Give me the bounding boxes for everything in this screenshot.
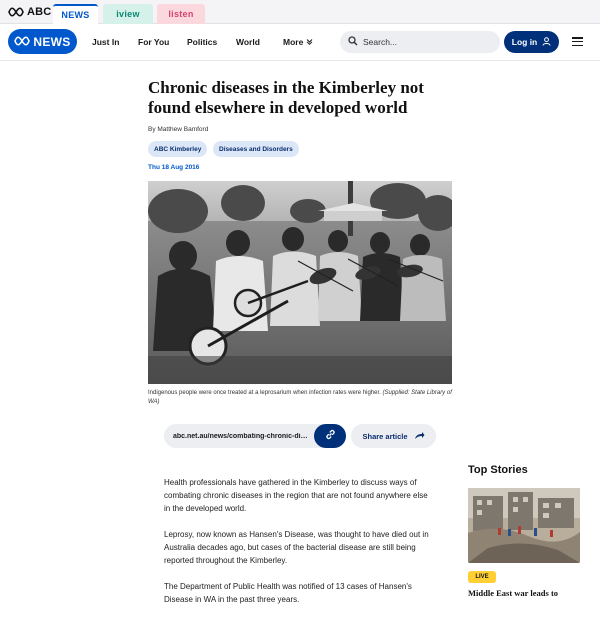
- article-byline: By Matthew Bamford: [148, 126, 209, 133]
- link-icon: [325, 427, 336, 445]
- news-logo-text: NEWS: [33, 34, 71, 49]
- search-placeholder: Search...: [363, 37, 398, 47]
- abc-news-logo[interactable]: NEWS: [8, 29, 77, 54]
- nav-item-more[interactable]: More: [283, 37, 313, 47]
- nav-item-politics[interactable]: Politics: [187, 37, 217, 47]
- nav-item-for-you[interactable]: For You: [138, 37, 169, 47]
- top-story-image[interactable]: [468, 488, 580, 563]
- copy-link-button[interactable]: [314, 424, 346, 448]
- network-tab-iview[interactable]: iview: [103, 4, 153, 24]
- login-label: Log in: [511, 37, 538, 47]
- article-paragraph: The Department of Public Health was noti…: [164, 582, 412, 604]
- share-arrow-icon: [414, 431, 425, 442]
- article-photo: [148, 181, 452, 384]
- tag-diseases-and-disorders[interactable]: Diseases and Disorders: [213, 141, 299, 157]
- search-input[interactable]: Search...: [340, 31, 500, 53]
- abc-brand-text: ABC: [27, 6, 52, 18]
- tag-abc-kimberley[interactable]: ABC Kimberley: [148, 141, 208, 157]
- share-article-button[interactable]: Share article: [351, 424, 436, 448]
- network-tab-news[interactable]: NEWS: [53, 4, 98, 24]
- abc-lissajous-icon: [14, 33, 31, 51]
- abc-logo[interactable]: ABC: [8, 5, 51, 19]
- share-label: Share article: [362, 431, 408, 441]
- main-nav: NEWS Just In For You Politics World More…: [0, 24, 600, 61]
- network-bar: ABC NEWS iview listen: [0, 0, 600, 24]
- network-tab-listen[interactable]: listen: [157, 4, 205, 24]
- photo-caption: Indigenous people were once treated at a…: [148, 389, 452, 407]
- nav-item-world[interactable]: World: [236, 37, 260, 47]
- search-icon: [348, 33, 358, 51]
- article-headline: Chronic diseases in the Kimberley not fo…: [148, 78, 424, 117]
- nav-item-just-in[interactable]: Just In: [92, 37, 119, 47]
- nav-more-label: More: [283, 37, 304, 47]
- article-date: Thu 18 Aug 2016: [148, 164, 200, 171]
- user-icon: [542, 36, 551, 48]
- menu-icon[interactable]: [572, 37, 583, 46]
- article-body: Health professionals have gathered in th…: [164, 476, 436, 619]
- abc-lissajous-icon: [8, 7, 24, 17]
- caption-text: Indigenous people were once treated at a…: [148, 390, 381, 396]
- share-url-text: abc.net.au/news/combating-chronic-diseas…: [173, 432, 311, 440]
- article-paragraph: Leprosy, now known as Hansen's Disease, …: [164, 530, 429, 565]
- top-stories-title: Top Stories: [468, 464, 528, 476]
- chevron-down-icon: [306, 38, 313, 47]
- article-paragraph: Health professionals have gathered in th…: [164, 478, 428, 513]
- live-badge: LIVE: [468, 571, 496, 583]
- top-story-headline[interactable]: Middle East war leads to: [468, 588, 588, 598]
- login-button[interactable]: Log in: [504, 31, 559, 53]
